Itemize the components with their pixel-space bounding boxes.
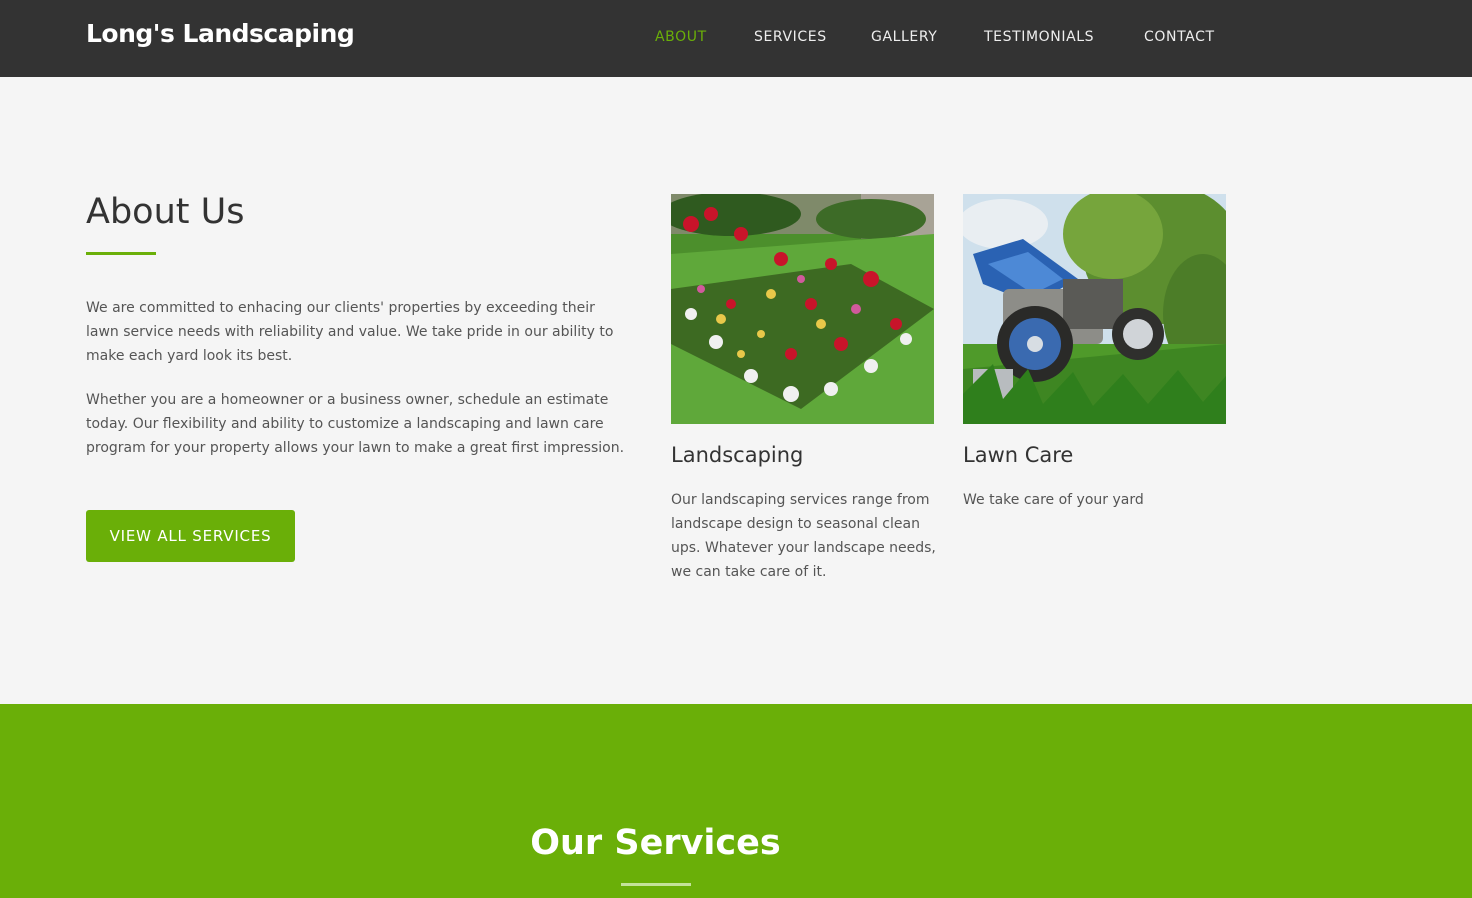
card-title-landscaping: Landscaping — [671, 443, 804, 467]
card-text-landscaping: Our landscaping services range from land… — [671, 492, 936, 580]
main-nav: ABOUT SERVICES GALLERY TESTIMONIALS CONT… — [0, 29, 1472, 49]
services-title: Our Services — [530, 823, 781, 863]
top-navbar: Long's Landscaping ABOUT SERVICES GALLER… — [0, 0, 1472, 77]
nav-gallery[interactable]: GALLERY — [871, 29, 937, 45]
card-title-lawn-care: Lawn Care — [963, 443, 1074, 467]
about-title-underline — [86, 252, 156, 255]
about-paragraph-1: We are committed to enhacing our clients… — [86, 300, 614, 364]
nav-about[interactable]: ABOUT — [655, 29, 707, 45]
view-all-services-button[interactable]: VIEW ALL SERVICES — [86, 510, 295, 562]
about-paragraph-2: Whether you are a homeowner or a busines… — [86, 392, 625, 456]
nav-contact[interactable]: CONTACT — [1144, 29, 1215, 45]
nav-testimonials[interactable]: TESTIMONIALS — [984, 29, 1094, 45]
services-title-underline — [621, 883, 691, 886]
card-text-lawn-care: We take care of your yard — [963, 492, 1144, 508]
nav-services[interactable]: SERVICES — [754, 29, 827, 45]
about-title: About Us — [86, 192, 245, 232]
services-section: Our Services — [0, 704, 1472, 898]
flower-garden-image — [671, 194, 934, 424]
lawn-mower-image — [963, 194, 1226, 424]
